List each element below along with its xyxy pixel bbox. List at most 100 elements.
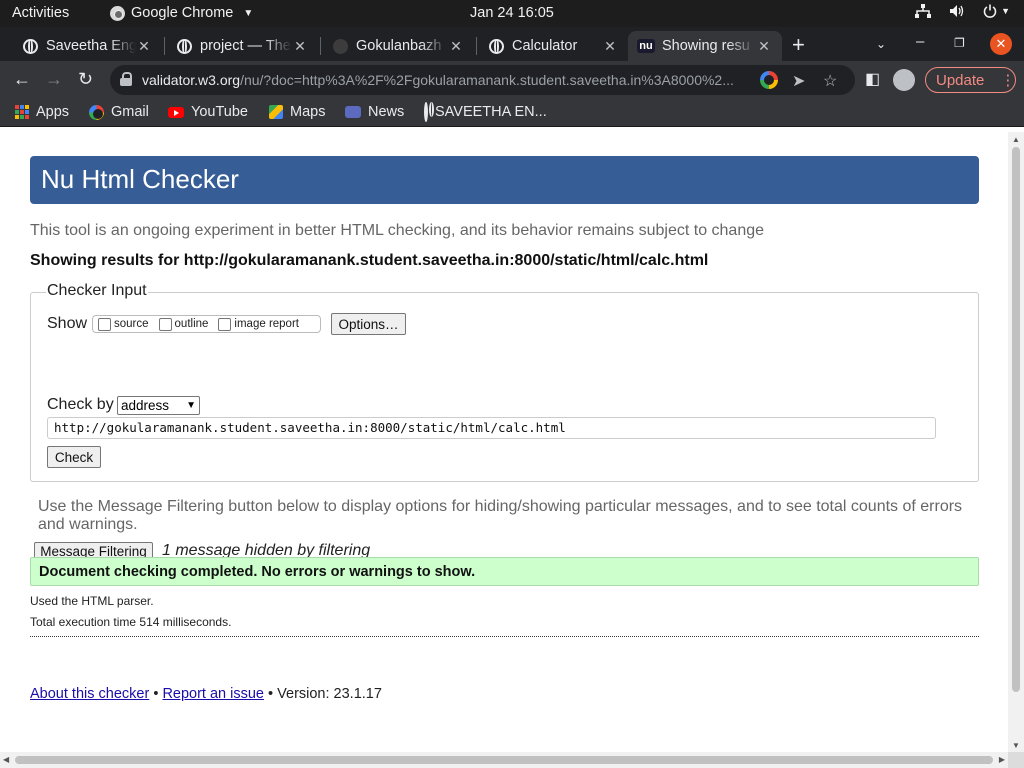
profile-avatar[interactable] — [893, 69, 915, 91]
version-text: • Version: 23.1.17 — [268, 686, 382, 702]
news-icon — [345, 106, 361, 118]
scrollbar-thumb[interactable] — [1012, 147, 1020, 692]
more-menu-icon: ⋮ — [1000, 72, 1016, 89]
bookmark-maps[interactable]: Maps — [269, 104, 325, 120]
about-checker-link[interactable]: About this checker — [30, 686, 149, 702]
google-icon[interactable] — [760, 71, 778, 94]
tab-saveetha[interactable]: Saveetha Eng ✕ — [12, 31, 162, 61]
bookmark-saveetha[interactable]: SAVEETHA EN... — [424, 102, 547, 122]
check-by-select[interactable]: address ▼ — [117, 396, 200, 415]
footer-bullet: • — [153, 686, 159, 702]
close-icon[interactable]: ✕ — [448, 38, 464, 55]
tab-calculator[interactable]: Calculator ✕ — [478, 31, 628, 61]
image-report-checkbox[interactable] — [218, 317, 232, 331]
divider — [30, 636, 979, 637]
bookmark-label: SAVEETHA EN... — [435, 104, 547, 120]
tab-separator — [476, 37, 477, 55]
tab-project[interactable]: project — The ✕ — [166, 31, 318, 61]
report-issue-link[interactable]: Report an issue — [162, 686, 264, 702]
horizontal-scrollbar[interactable]: ◀ ▶ — [0, 752, 1008, 768]
show-options-group: source outline image report — [92, 315, 321, 333]
chrome-icon — [110, 5, 125, 21]
globe-icon — [424, 102, 428, 122]
checker-input-legend: Checker Input — [46, 282, 148, 300]
tab-title: Calculator — [512, 38, 578, 54]
vertical-scrollbar[interactable]: ▲ ▼ — [1008, 132, 1024, 752]
caret-down-icon: ▼ — [1001, 6, 1010, 16]
bookmark-label: Apps — [36, 104, 70, 120]
bookmark-label: Maps — [290, 104, 326, 120]
system-tray[interactable]: ▼ — [915, 4, 1010, 18]
page-title: Nu Html Checker — [30, 156, 979, 204]
check-by-label: Check by — [47, 396, 114, 413]
check-button[interactable]: Check — [47, 446, 101, 468]
tab-search-icon[interactable]: ⌄ — [876, 37, 886, 51]
option-label: source — [114, 318, 149, 330]
execution-time-note: Total execution time 514 milliseconds. — [30, 615, 232, 629]
address-bar[interactable]: validator.w3.org/nu/?doc=http%3A%2F%2Fgo… — [110, 65, 855, 95]
tab-separator — [164, 37, 165, 55]
close-icon[interactable]: ✕ — [602, 38, 618, 55]
bookmark-news[interactable]: News — [345, 104, 404, 120]
power-icon[interactable]: ▼ — [983, 4, 1010, 18]
lock-icon[interactable] — [120, 72, 132, 86]
address-url[interactable]: validator.w3.org/nu/?doc=http%3A%2F%2Fgo… — [142, 72, 752, 88]
show-label: Show — [47, 315, 88, 332]
activities-button[interactable]: Activities — [12, 5, 69, 21]
network-icon[interactable] — [915, 4, 932, 18]
globe-icon — [22, 38, 38, 54]
source-checkbox[interactable] — [98, 317, 111, 331]
update-button[interactable]: Update ⋮ — [925, 67, 1016, 93]
reload-icon[interactable]: ↻ — [78, 69, 93, 90]
option-label: outline — [174, 318, 209, 330]
bookmark-label: YouTube — [191, 104, 248, 120]
showing-results-heading: Showing results for http://gokularamanan… — [30, 252, 709, 269]
bookmark-label: News — [368, 104, 405, 120]
system-top-bar: Activities Google Chrome ▼ Jan 24 16:05 … — [0, 0, 1024, 27]
bookmarks-bar: Apps Gmail YouTube Maps News SAVEETHA EN… — [0, 99, 1024, 127]
minimize-icon[interactable]: – — [916, 33, 924, 50]
show-image-report-option[interactable]: image report — [218, 317, 299, 331]
bookmark-apps[interactable]: Apps — [15, 104, 69, 120]
page-viewport: Nu Html Checker This tool is an ongoing … — [0, 132, 1008, 752]
back-icon[interactable]: ← — [13, 69, 31, 90]
tab-separator — [320, 37, 321, 55]
side-panel-icon[interactable]: ◧ — [865, 69, 880, 89]
close-icon[interactable]: ✕ — [292, 38, 308, 55]
close-icon[interactable]: ✕ — [136, 38, 152, 55]
bookmark-youtube[interactable]: YouTube — [168, 104, 248, 120]
tab-title: Gokulanbazh — [356, 38, 442, 54]
scroll-right-icon[interactable]: ▶ — [999, 755, 1005, 764]
option-label: image report — [234, 318, 299, 330]
clock[interactable]: Jan 24 16:05 — [470, 5, 554, 21]
options-button[interactable]: Options… — [331, 313, 406, 335]
new-tab-icon[interactable]: + — [792, 32, 805, 58]
show-outline-option[interactable]: outline — [158, 317, 209, 331]
footer: About this checker • Report an issue • V… — [30, 686, 382, 702]
globe-icon — [176, 38, 192, 54]
scroll-up-icon[interactable]: ▲ — [1012, 135, 1020, 144]
scroll-left-icon[interactable]: ◀ — [3, 755, 9, 764]
send-icon[interactable]: ➤ — [792, 71, 805, 91]
scrollbar-thumb[interactable] — [15, 756, 993, 764]
bookmark-star-icon[interactable]: ☆ — [823, 71, 837, 91]
scroll-down-icon[interactable]: ▼ — [1012, 741, 1020, 750]
tab-title: Saveetha Eng — [46, 38, 136, 54]
close-icon[interactable]: ✕ — [756, 38, 772, 55]
chevron-down-icon: ▼ — [186, 400, 196, 411]
maps-icon — [269, 105, 283, 119]
tab-github[interactable]: Gokulanbazh ✕ — [322, 31, 474, 61]
browser-toolbar: ← → ↻ validator.w3.org/nu/?doc=http%3A%2… — [0, 61, 1024, 99]
outline-checkbox[interactable] — [158, 317, 172, 331]
forward-icon[interactable]: → — [45, 69, 63, 90]
bookmark-gmail[interactable]: Gmail — [89, 104, 149, 120]
window-close-icon[interactable]: ✕ — [990, 33, 1012, 55]
tab-showing-results[interactable]: nu Showing resu ✕ — [628, 31, 782, 61]
globe-icon — [488, 38, 504, 54]
volume-icon[interactable] — [949, 4, 965, 18]
tab-strip: Saveetha Eng ✕ project — The ✕ Gokulanba… — [0, 27, 1024, 61]
restore-icon[interactable]: ❐ — [954, 36, 965, 50]
document-url-input[interactable]: http://gokularamanank.student.saveetha.i… — [47, 417, 936, 439]
app-menu[interactable]: Google Chrome ▼ — [110, 5, 253, 21]
show-source-option[interactable]: source — [98, 317, 149, 331]
